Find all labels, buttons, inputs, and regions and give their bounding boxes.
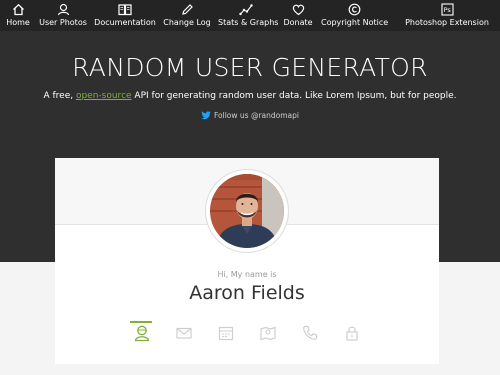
heart-icon [292, 4, 304, 16]
envelope-icon[interactable] [175, 324, 193, 342]
user-name: Aaron Fields [189, 282, 305, 304]
follow-text: Follow us @randomapi [214, 111, 299, 120]
copyright-icon [348, 3, 360, 16]
nav-item-documentation[interactable]: Documentation [94, 3, 156, 30]
user-photo [210, 174, 284, 248]
avatar-frame [205, 169, 289, 253]
nav-label: Donate [283, 18, 313, 27]
page-title: RANDOM USER GENERATOR [72, 53, 428, 82]
nav-item-photoshop-extension[interactable]: Ps Photoshop Extension [405, 3, 489, 30]
tagline-text: API for generating random user data. Lik… [131, 91, 457, 101]
nav-label: Change Log [163, 18, 211, 27]
user-photos-icon [57, 3, 69, 16]
user-card: Hi, My name is Aaron Fields [55, 158, 439, 364]
nav-item-home[interactable]: Home [4, 3, 32, 30]
nav-label: Stats & Graphs [218, 18, 279, 27]
nav-item-change-log[interactable]: Change Log [163, 3, 211, 30]
nav-label: User Photos [39, 18, 87, 27]
photoshop-icon: Ps [440, 3, 454, 16]
lock-icon[interactable] [343, 324, 361, 342]
home-icon [12, 3, 24, 16]
map-icon[interactable] [259, 324, 277, 342]
open-source-link[interactable]: open-source [76, 91, 132, 101]
nav-item-stats-graphs[interactable]: Stats & Graphs [218, 3, 279, 30]
book-icon [118, 4, 132, 16]
nav-item-donate[interactable]: Donate [282, 3, 314, 30]
tagline-text: A free, [43, 91, 76, 101]
greeting-label: Hi, My name is [217, 270, 277, 279]
nav-label: Home [6, 18, 30, 27]
twitter-follow-link[interactable]: Follow us @randomapi [0, 111, 500, 120]
active-tab-indicator [130, 321, 152, 323]
calendar-icon[interactable] [217, 324, 235, 342]
twitter-icon [201, 111, 211, 120]
avatar [210, 174, 284, 248]
nav-label: Photoshop Extension [405, 18, 489, 27]
detail-tabs [55, 318, 439, 348]
pencil-icon [181, 4, 193, 15]
nav-item-user-photos[interactable]: User Photos [38, 3, 88, 30]
user-icon[interactable] [133, 324, 151, 342]
phone-icon[interactable] [301, 324, 319, 342]
nav-item-copyright-notice[interactable]: Copyright Notice [321, 3, 389, 30]
tagline: A free, open-source API for generating r… [0, 91, 500, 101]
nav-label: Documentation [94, 18, 156, 27]
graph-icon [239, 4, 253, 16]
top-navigation: Home User Photos Documentation Change Lo… [0, 0, 500, 31]
svg-text:Ps: Ps [443, 6, 451, 14]
nav-label: Copyright Notice [321, 18, 389, 27]
